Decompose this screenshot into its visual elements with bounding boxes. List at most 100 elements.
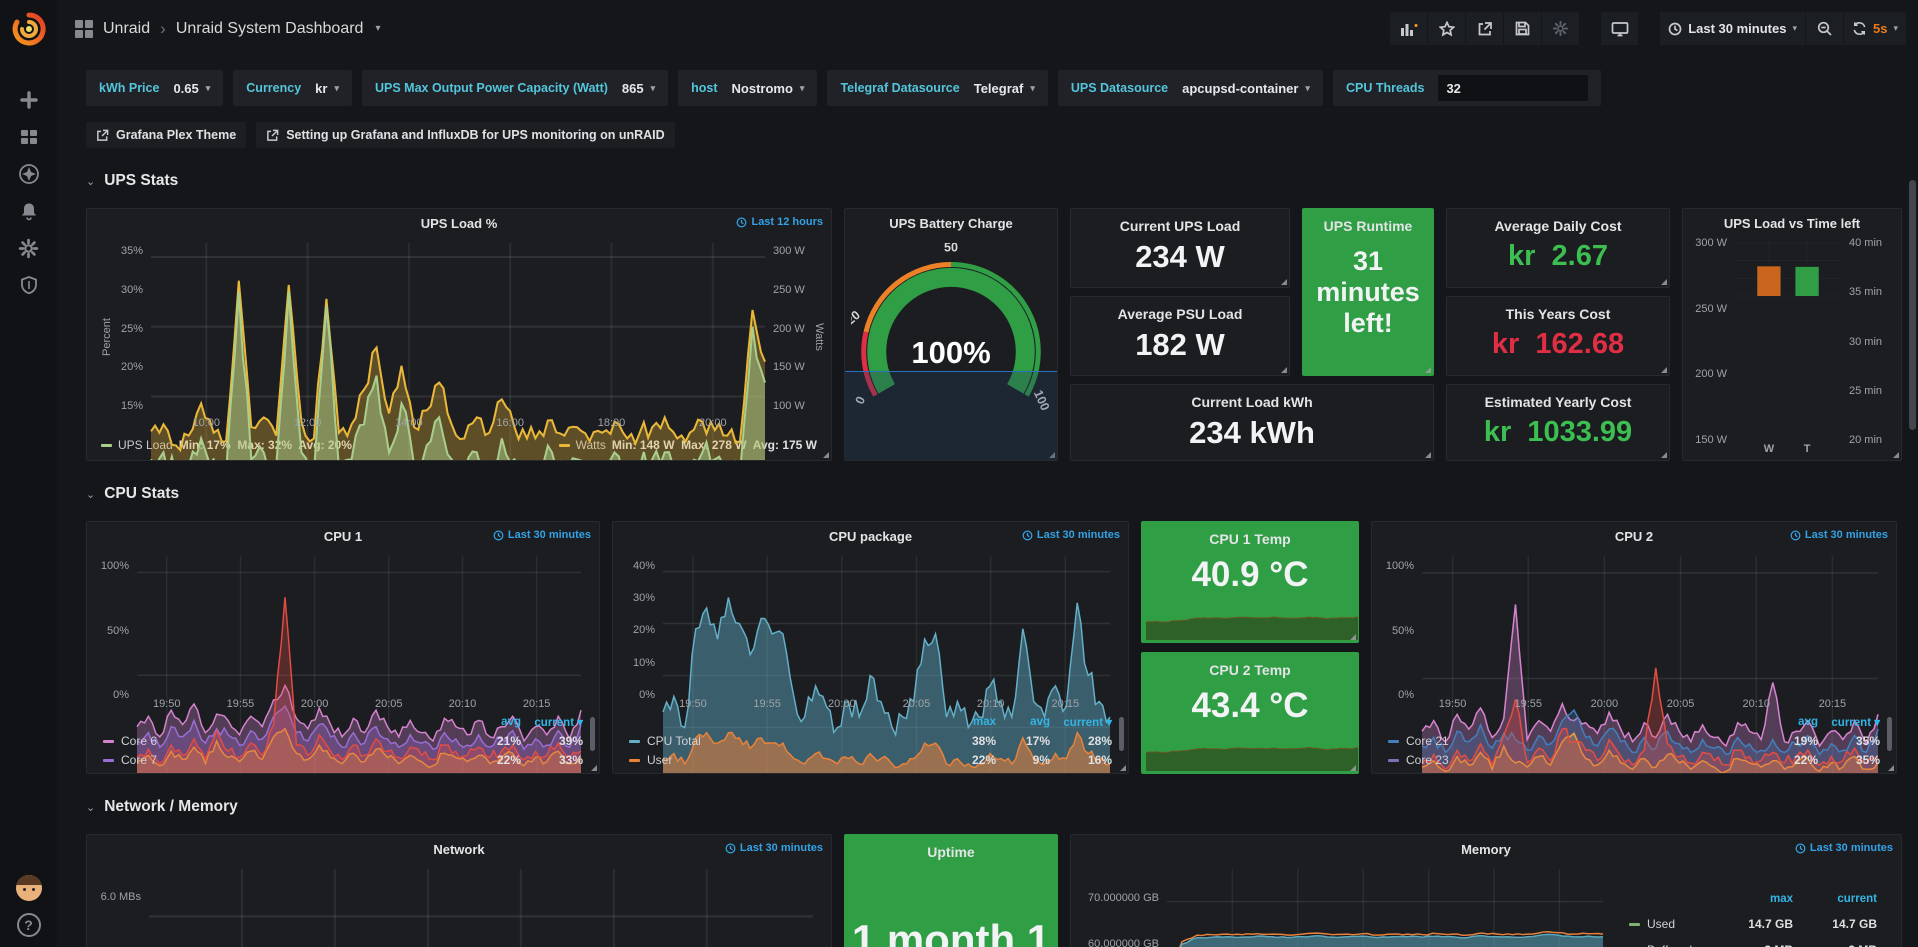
y-axis-ticks-left: 40%30%20%10%0% xyxy=(619,556,655,695)
variable-currency[interactable]: Currency kr▾ xyxy=(233,70,352,106)
legend-series-name[interactable]: Buffered xyxy=(1629,943,1709,947)
legend-series-name[interactable]: Core 21 xyxy=(1388,734,1764,748)
legend-series-name[interactable]: CPU Total xyxy=(629,734,942,748)
cpu-threads-input[interactable] xyxy=(1438,75,1588,101)
variable-host[interactable]: host Nostromo▾ xyxy=(678,70,817,106)
breadcrumb-app[interactable]: Unraid xyxy=(103,20,150,38)
legend-series-name[interactable]: Used xyxy=(1629,917,1709,931)
refresh-button[interactable]: 5s ▾ xyxy=(1844,12,1906,45)
settings-gear-button[interactable] xyxy=(1542,12,1579,45)
variable-kwh-price[interactable]: kWh Price 0.65▾ xyxy=(86,70,223,106)
panel-header[interactable]: CPU 2 Last 30 minutes xyxy=(1372,522,1896,550)
panel-header[interactable]: UPS Battery Charge xyxy=(845,209,1057,237)
panel-cpu-1: CPU 1 Last 30 minutes 100%50%0% 19:5019:… xyxy=(86,521,600,774)
ups-bar-chart[interactable] xyxy=(1735,243,1841,296)
network-chart[interactable] xyxy=(149,869,813,947)
x-axis-ticks: 19:5019:5520:0020:0520:1020:15 xyxy=(663,698,1110,713)
configuration-gear-icon[interactable] xyxy=(12,235,46,261)
legend-scrollbar[interactable] xyxy=(1887,717,1892,751)
legend-header-avg[interactable]: avg xyxy=(467,716,521,728)
section-cpu-stats[interactable]: ⌄ CPU Stats xyxy=(86,481,1906,507)
dashboard-body: kWh Price 0.65▾ Currency kr▾ UPS Max Out… xyxy=(57,57,1918,947)
legend: max current Used 14.7 GB 14.7 GB Buffere… xyxy=(1613,893,1893,947)
panel-time-override[interactable]: Last 30 minutes xyxy=(1790,529,1888,541)
panel-time-override[interactable]: Last 30 minutes xyxy=(1022,529,1120,541)
y-axis-ticks-right: 40 min35 min30 min25 min20 min xyxy=(1849,243,1893,440)
panel-time-override[interactable]: Last 30 minutes xyxy=(725,842,823,854)
variable-ups-datasource[interactable]: UPS Datasource apcupsd-container▾ xyxy=(1058,70,1323,106)
legend-header-avg[interactable]: avg xyxy=(1764,716,1818,728)
y-axis-ticks-left: 100%50%0% xyxy=(1378,556,1414,695)
legend-scrollbar[interactable] xyxy=(590,717,595,751)
server-admin-shield-icon[interactable] xyxy=(12,272,46,298)
legend-header-current[interactable]: current ▾ xyxy=(521,715,583,729)
panel-current-ups-load[interactable]: Current UPS Load 234 W xyxy=(1070,208,1290,288)
panel-header[interactable]: Network Last 30 minutes xyxy=(87,835,831,863)
memory-chart[interactable] xyxy=(1167,869,1603,947)
panel-ups-load-vs-time-left: UPS Load vs Time left 300 W250 W200 W150… xyxy=(1682,208,1902,461)
zoom-out-button[interactable] xyxy=(1806,12,1843,45)
legend-header-current[interactable]: current ▾ xyxy=(1050,715,1112,729)
panel-cpu-package: CPU package Last 30 minutes 40%30%20%10%… xyxy=(612,521,1129,774)
share-button[interactable] xyxy=(1466,12,1503,45)
panel-header[interactable]: UPS Load % Last 12 hours xyxy=(87,209,831,237)
y-axis-ticks-left: 35%30%25%20%15% xyxy=(93,243,143,414)
panel-header[interactable]: CPU package Last 30 minutes xyxy=(613,522,1128,550)
variable-ups-max-output[interactable]: UPS Max Output Power Capacity (Watt) 865… xyxy=(362,70,668,106)
user-avatar[interactable] xyxy=(16,875,42,901)
panel-time-override[interactable]: Last 12 hours xyxy=(736,216,823,228)
legend-series-name[interactable]: Core 23 xyxy=(1388,753,1764,767)
panel-ups-load-percent: UPS Load % Last 12 hours Percent 35%30%2… xyxy=(86,208,832,461)
chevron-down-icon: ▾ xyxy=(651,83,656,94)
external-link-icon xyxy=(96,129,109,142)
panel-ups-runtime[interactable]: UPS Runtime 31 minutes left! xyxy=(1302,208,1434,376)
legend-series-name[interactable]: User xyxy=(629,753,942,767)
section-network-memory[interactable]: ⌄ Network / Memory xyxy=(86,794,1906,820)
cycle-view-monitor-button[interactable] xyxy=(1601,12,1638,45)
legend-series-name[interactable]: Core 7 xyxy=(103,753,467,767)
create-plus-icon[interactable] xyxy=(12,87,46,113)
legend-header-current[interactable]: current ▾ xyxy=(1818,715,1880,729)
x-axis-ticks: W T xyxy=(1735,443,1841,458)
link-grafana-influxdb-ups-guide[interactable]: Setting up Grafana and InfluxDB for UPS … xyxy=(256,122,674,148)
y-axis-ticks-left: 100%50%0% xyxy=(93,556,129,695)
panel-estimated-yearly-cost[interactable]: Estimated Yearly Cost kr 1033.99 xyxy=(1446,384,1670,461)
legend-series-name[interactable]: Core 6 xyxy=(103,734,467,748)
legend-header-avg[interactable]: avg xyxy=(996,716,1050,728)
help-icon[interactable]: ? xyxy=(17,913,41,937)
scrollbar-thumb[interactable] xyxy=(1909,180,1916,430)
link-grafana-plex-theme[interactable]: Grafana Plex Theme xyxy=(86,122,246,148)
panel-uptime[interactable]: Uptime 1 month 1 xyxy=(844,834,1058,947)
time-range-picker[interactable]: Last 30 minutes ▾ xyxy=(1660,12,1805,45)
panel-this-years-cost[interactable]: This Years Cost kr 162.68 xyxy=(1446,296,1670,376)
panel-header[interactable]: Memory Last 30 minutes xyxy=(1071,835,1901,863)
explore-compass-icon[interactable] xyxy=(12,161,46,187)
section-ups-stats[interactable]: ⌄ UPS Stats xyxy=(86,168,1906,194)
legend-header-current[interactable]: current xyxy=(1793,893,1877,905)
star-button[interactable] xyxy=(1428,12,1465,45)
panel-current-load-kwh[interactable]: Current Load kWh 234 kWh xyxy=(1070,384,1434,461)
variable-telegraf-datasource[interactable]: Telegraf Datasource Telegraf▾ xyxy=(827,70,1047,106)
breadcrumb-page[interactable]: Unraid System Dashboard xyxy=(176,20,364,38)
variable-cpu-threads: CPU Threads xyxy=(1333,70,1602,106)
panel-average-psu-load[interactable]: Average PSU Load 182 W xyxy=(1070,296,1290,376)
panel-average-daily-cost[interactable]: Average Daily Cost kr 2.67 xyxy=(1446,208,1670,288)
alerting-bell-icon[interactable] xyxy=(12,198,46,224)
legend-scrollbar[interactable] xyxy=(1119,717,1124,751)
legend-header-max[interactable]: max xyxy=(942,716,996,728)
save-button[interactable] xyxy=(1504,12,1541,45)
dashboards-grid-icon[interactable] xyxy=(12,124,46,150)
panel-cpu1-temp[interactable]: CPU 1 Temp 40.9 °C xyxy=(1141,521,1359,643)
panel-time-override[interactable]: Last 30 minutes xyxy=(1795,842,1893,854)
refresh-interval-label[interactable]: 5s xyxy=(1873,21,1887,36)
page-scrollbar[interactable] xyxy=(1908,0,1917,947)
breadcrumb[interactable]: Unraid › Unraid System Dashboard ▾ xyxy=(75,19,380,39)
add-panel-button[interactable] xyxy=(1390,12,1427,45)
panel-header[interactable]: CPU 1 Last 30 minutes xyxy=(87,522,599,550)
topbar: Unraid › Unraid System Dashboard ▾ xyxy=(57,0,1918,57)
panel-header[interactable]: UPS Load vs Time left xyxy=(1683,209,1901,237)
panel-time-override[interactable]: Last 30 minutes xyxy=(493,529,591,541)
legend-header-max[interactable]: max xyxy=(1709,893,1793,905)
panel-cpu2-temp[interactable]: CPU 2 Temp 43.4 °C xyxy=(1141,652,1359,774)
grafana-logo-icon[interactable] xyxy=(0,0,57,57)
